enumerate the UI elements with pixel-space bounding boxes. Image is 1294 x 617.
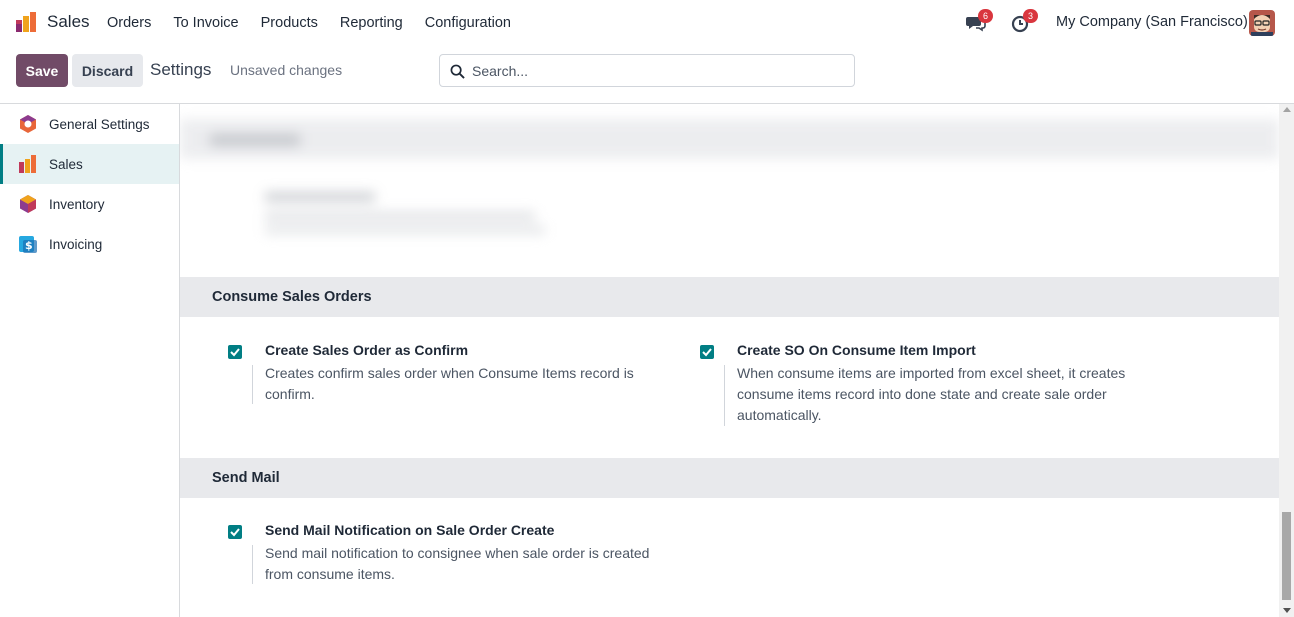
settings-content: Consume Sales Orders Create Sales Order … <box>180 104 1279 617</box>
setting-title: Create Sales Order as Confirm <box>265 342 469 358</box>
scroll-up-arrow-icon[interactable] <box>1283 107 1291 112</box>
app-name[interactable]: Sales <box>47 12 90 32</box>
setting-title: Send Mail Notification on Sale Order Cre… <box>265 522 555 538</box>
main-menu: Orders To Invoice Products Reporting Con… <box>96 0 522 46</box>
scroll-down-arrow-icon[interactable] <box>1283 608 1291 613</box>
menu-configuration[interactable]: Configuration <box>414 15 522 31</box>
checkmark-icon <box>230 348 240 357</box>
setting-checkbox[interactable] <box>228 525 242 539</box>
discard-button[interactable]: Discard <box>72 54 143 87</box>
setting-divider <box>252 545 253 584</box>
setting-checkbox[interactable] <box>700 345 714 359</box>
menu-orders[interactable]: Orders <box>96 15 162 31</box>
activities-count-badge: 3 <box>1023 9 1038 23</box>
inventory-app-icon <box>20 195 36 213</box>
svg-text:$: $ <box>25 239 33 252</box>
sidebar-item-general-settings[interactable]: General Settings <box>0 104 179 144</box>
search-box[interactable] <box>439 54 855 87</box>
menu-products[interactable]: Products <box>250 15 329 31</box>
sales-app-logo-icon[interactable] <box>15 11 37 33</box>
checkmark-icon <box>230 528 240 537</box>
sidebar-item-label: Inventory <box>49 196 105 212</box>
setting-description: When consume items are imported from exc… <box>737 365 1126 423</box>
setting-send-mail-notification: Send Mail Notification on Sale Order Cre… <box>228 522 668 615</box>
section-header-consume-sales-orders: Consume Sales Orders <box>180 277 1279 317</box>
setting-divider <box>252 365 253 404</box>
setting-create-sales-order-as-confirm: Create Sales Order as Confirm Creates co… <box>228 342 658 435</box>
activities-button[interactable]: 3 <box>1011 9 1038 33</box>
sidebar-item-inventory[interactable]: Inventory <box>0 184 179 224</box>
search-icon <box>450 64 465 79</box>
setting-divider <box>724 365 725 426</box>
messages-button[interactable]: 6 <box>966 9 993 33</box>
sidebar-item-sales[interactable]: Sales <box>0 144 179 184</box>
company-switcher[interactable]: My Company (San Francisco) <box>1056 14 1248 30</box>
general-settings-icon <box>20 115 36 133</box>
page-title: Settings <box>150 60 212 79</box>
setting-description: Send mail notification to consignee when… <box>265 545 650 582</box>
menu-to-invoice[interactable]: To Invoice <box>162 15 249 31</box>
scrollbar-thumb[interactable] <box>1282 512 1291 600</box>
save-button[interactable]: Save <box>16 54 68 87</box>
blurred-section <box>180 104 1279 279</box>
sidebar-item-invoicing[interactable]: $ Invoicing <box>0 224 179 264</box>
section-title: Send Mail <box>212 470 280 486</box>
settings-sidebar: General Settings Sales Inventory $ Invoi… <box>0 104 180 617</box>
sales-app-icon <box>19 155 36 173</box>
user-avatar-icon <box>1249 10 1275 36</box>
setting-checkbox[interactable] <box>228 345 242 359</box>
unsaved-status: Unsaved changes <box>230 62 343 78</box>
setting-description: Creates confirm sales order when Consume… <box>265 365 634 402</box>
top-navbar: Sales Orders To Invoice Products Reporti… <box>0 0 1294 46</box>
section-title: Consume Sales Orders <box>212 289 372 305</box>
search-input[interactable] <box>472 61 842 81</box>
setting-create-so-on-consume-item-import: Create SO On Consume Item Import When co… <box>700 342 1160 435</box>
invoicing-app-icon: $ <box>19 236 37 253</box>
user-avatar[interactable] <box>1249 10 1275 36</box>
section-header-send-mail: Send Mail <box>180 458 1279 498</box>
sidebar-item-label: Sales <box>49 156 83 172</box>
sidebar-item-label: Invoicing <box>49 236 103 252</box>
setting-title: Create SO On Consume Item Import <box>737 342 976 358</box>
menu-reporting[interactable]: Reporting <box>329 15 414 31</box>
checkmark-icon <box>702 348 712 357</box>
messages-count-badge: 6 <box>978 9 993 23</box>
content-scrollbar[interactable] <box>1279 104 1294 617</box>
sidebar-item-label: General Settings <box>49 116 150 132</box>
